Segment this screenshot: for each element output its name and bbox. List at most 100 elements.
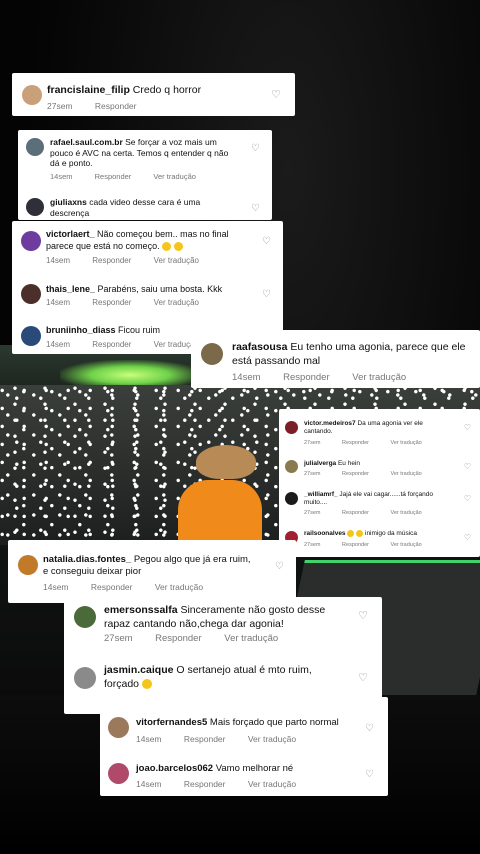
reply-button[interactable]: Responder bbox=[342, 471, 369, 477]
heart-outline-icon[interactable]: ♡ bbox=[358, 611, 368, 622]
comment-card: raafasousa Eu tenho uma agonia, parece q… bbox=[191, 330, 480, 388]
avatar[interactable] bbox=[285, 492, 298, 505]
comment-username[interactable]: rafael.saul.com.br bbox=[50, 137, 123, 147]
heart-outline-icon[interactable]: ♡ bbox=[251, 144, 260, 154]
avatar[interactable] bbox=[26, 198, 44, 216]
reply-button[interactable]: Responder bbox=[92, 298, 131, 307]
comment-username[interactable]: _williamrf_ bbox=[304, 491, 338, 498]
translate-button[interactable]: Ver tradução bbox=[224, 633, 278, 644]
comment-time: 27sem bbox=[104, 633, 133, 644]
reply-button[interactable]: Responder bbox=[92, 340, 131, 349]
comment-time: 14sem bbox=[46, 298, 71, 307]
reply-button[interactable]: Responder bbox=[92, 256, 131, 265]
comment-card: natalia.dias.fontes_ Pegou algo que já e… bbox=[8, 540, 296, 603]
reply-button[interactable]: Responder bbox=[342, 510, 369, 516]
comment-username[interactable]: joao.barcelos062 bbox=[136, 763, 213, 774]
comment-text: inimigo da música bbox=[365, 530, 418, 538]
heart-outline-icon[interactable]: ♡ bbox=[464, 495, 471, 503]
avatar[interactable] bbox=[26, 138, 44, 156]
comment-username[interactable]: bruniinho_diass bbox=[46, 325, 116, 335]
comment-username[interactable]: jasmin.caique bbox=[104, 664, 173, 676]
comment-time: 14sem bbox=[46, 340, 71, 349]
comment-time: 14sem bbox=[46, 256, 71, 265]
laughing-emoji-icon bbox=[347, 530, 355, 537]
comment-username[interactable]: julialverga bbox=[304, 460, 336, 467]
heart-outline-icon[interactable]: ♡ bbox=[251, 204, 260, 214]
reply-button[interactable]: Responder bbox=[342, 542, 369, 548]
heart-outline-icon[interactable]: ♡ bbox=[358, 673, 368, 684]
translate-button[interactable]: Ver tradução bbox=[154, 256, 199, 265]
comment-time: 14sem bbox=[136, 779, 162, 789]
heart-outline-icon[interactable]: ♡ bbox=[365, 724, 374, 734]
comment-text: Mais forçado que parto normal bbox=[209, 717, 339, 728]
comment-time: 27sem bbox=[304, 542, 321, 548]
avatar[interactable] bbox=[18, 555, 38, 575]
translate-button[interactable]: Ver tradução bbox=[153, 172, 196, 181]
comment-username[interactable]: giuliaxns bbox=[50, 197, 87, 207]
reply-button[interactable]: Responder bbox=[184, 779, 226, 789]
avatar[interactable] bbox=[21, 326, 41, 346]
avatar[interactable] bbox=[74, 667, 96, 689]
comment-username[interactable]: vitorfernandes5 bbox=[136, 717, 207, 728]
reply-button[interactable]: Responder bbox=[95, 172, 132, 181]
avatar[interactable] bbox=[108, 717, 129, 738]
comment-username[interactable]: natalia.dias.fontes_ bbox=[43, 554, 131, 565]
comment-time: 27sem bbox=[304, 510, 321, 516]
sweat-smile-emoji-icon bbox=[173, 241, 183, 251]
comment-username[interactable]: thais_lene_ bbox=[46, 284, 95, 294]
translate-button[interactable]: Ver tradução bbox=[352, 372, 406, 383]
comment-time: 27sem bbox=[304, 440, 321, 446]
reply-button[interactable]: Responder bbox=[95, 101, 137, 111]
sweat-smile-emoji-icon bbox=[141, 678, 152, 689]
avatar[interactable] bbox=[21, 231, 41, 251]
comment-username[interactable]: railsoonalves bbox=[304, 530, 346, 537]
reply-button[interactable]: Responder bbox=[155, 633, 201, 644]
translate-button[interactable]: Ver tradução bbox=[391, 510, 422, 516]
comment-username[interactable]: francislaine_filip bbox=[47, 84, 130, 96]
comment-card: francislaine_filip Credo q horror 27sem … bbox=[12, 73, 295, 116]
laughing-emoji-icon bbox=[356, 530, 364, 537]
heart-outline-icon[interactable]: ♡ bbox=[464, 463, 471, 471]
comment-username[interactable]: victor.medeiros7 bbox=[304, 420, 356, 427]
translate-button[interactable]: Ver tradução bbox=[391, 542, 422, 548]
comment-username[interactable]: emersonssalfa bbox=[104, 604, 178, 616]
heart-outline-icon[interactable]: ♡ bbox=[365, 770, 374, 780]
translate-button[interactable]: Ver tradução bbox=[155, 582, 203, 592]
reply-button[interactable]: Responder bbox=[91, 582, 133, 592]
comment-time: 14sem bbox=[136, 734, 162, 744]
comment-time: 14sem bbox=[50, 172, 73, 181]
comment-username[interactable]: raafasousa bbox=[232, 341, 287, 353]
avatar[interactable] bbox=[201, 343, 223, 365]
comment-text: Ficou ruim bbox=[118, 325, 161, 335]
heart-outline-icon[interactable]: ♡ bbox=[464, 424, 471, 432]
heart-outline-icon[interactable]: ♡ bbox=[262, 237, 271, 247]
translate-button[interactable]: Ver tradução bbox=[391, 471, 422, 477]
translate-button[interactable]: Ver tradução bbox=[391, 440, 422, 446]
sweat-smile-emoji-icon bbox=[162, 241, 172, 251]
translate-button[interactable]: Ver tradução bbox=[248, 779, 296, 789]
avatar[interactable] bbox=[108, 763, 129, 784]
translate-button[interactable]: Ver tradução bbox=[248, 734, 296, 744]
comment-card: victor.medeiros7 Da uma agonia ver ele c… bbox=[279, 409, 480, 557]
comment-time: 27sem bbox=[47, 101, 73, 111]
heart-outline-icon[interactable]: ♡ bbox=[464, 534, 471, 542]
avatar[interactable] bbox=[285, 460, 298, 473]
comment-text: Eu hein bbox=[337, 460, 361, 467]
comment-card: vitorfernandes5 Mais forçado que parto n… bbox=[100, 697, 388, 796]
comment-username[interactable]: victorlaert_ bbox=[46, 229, 95, 239]
avatar[interactable] bbox=[22, 85, 42, 105]
reply-button[interactable]: Responder bbox=[184, 734, 226, 744]
avatar[interactable] bbox=[21, 284, 41, 304]
comment-time: 14sem bbox=[232, 372, 261, 383]
avatar[interactable] bbox=[285, 421, 298, 434]
heart-outline-icon[interactable]: ♡ bbox=[262, 290, 271, 300]
performer-hat bbox=[196, 445, 256, 479]
reply-button[interactable]: Responder bbox=[342, 440, 369, 446]
avatar[interactable] bbox=[74, 606, 96, 628]
heart-outline-icon[interactable]: ♡ bbox=[271, 90, 281, 101]
comment-text: Vamo melhorar né bbox=[215, 763, 294, 774]
comment-time: 27sem bbox=[304, 471, 321, 477]
reply-button[interactable]: Responder bbox=[283, 372, 329, 383]
translate-button[interactable]: Ver tradução bbox=[154, 298, 199, 307]
heart-outline-icon[interactable]: ♡ bbox=[275, 562, 284, 572]
